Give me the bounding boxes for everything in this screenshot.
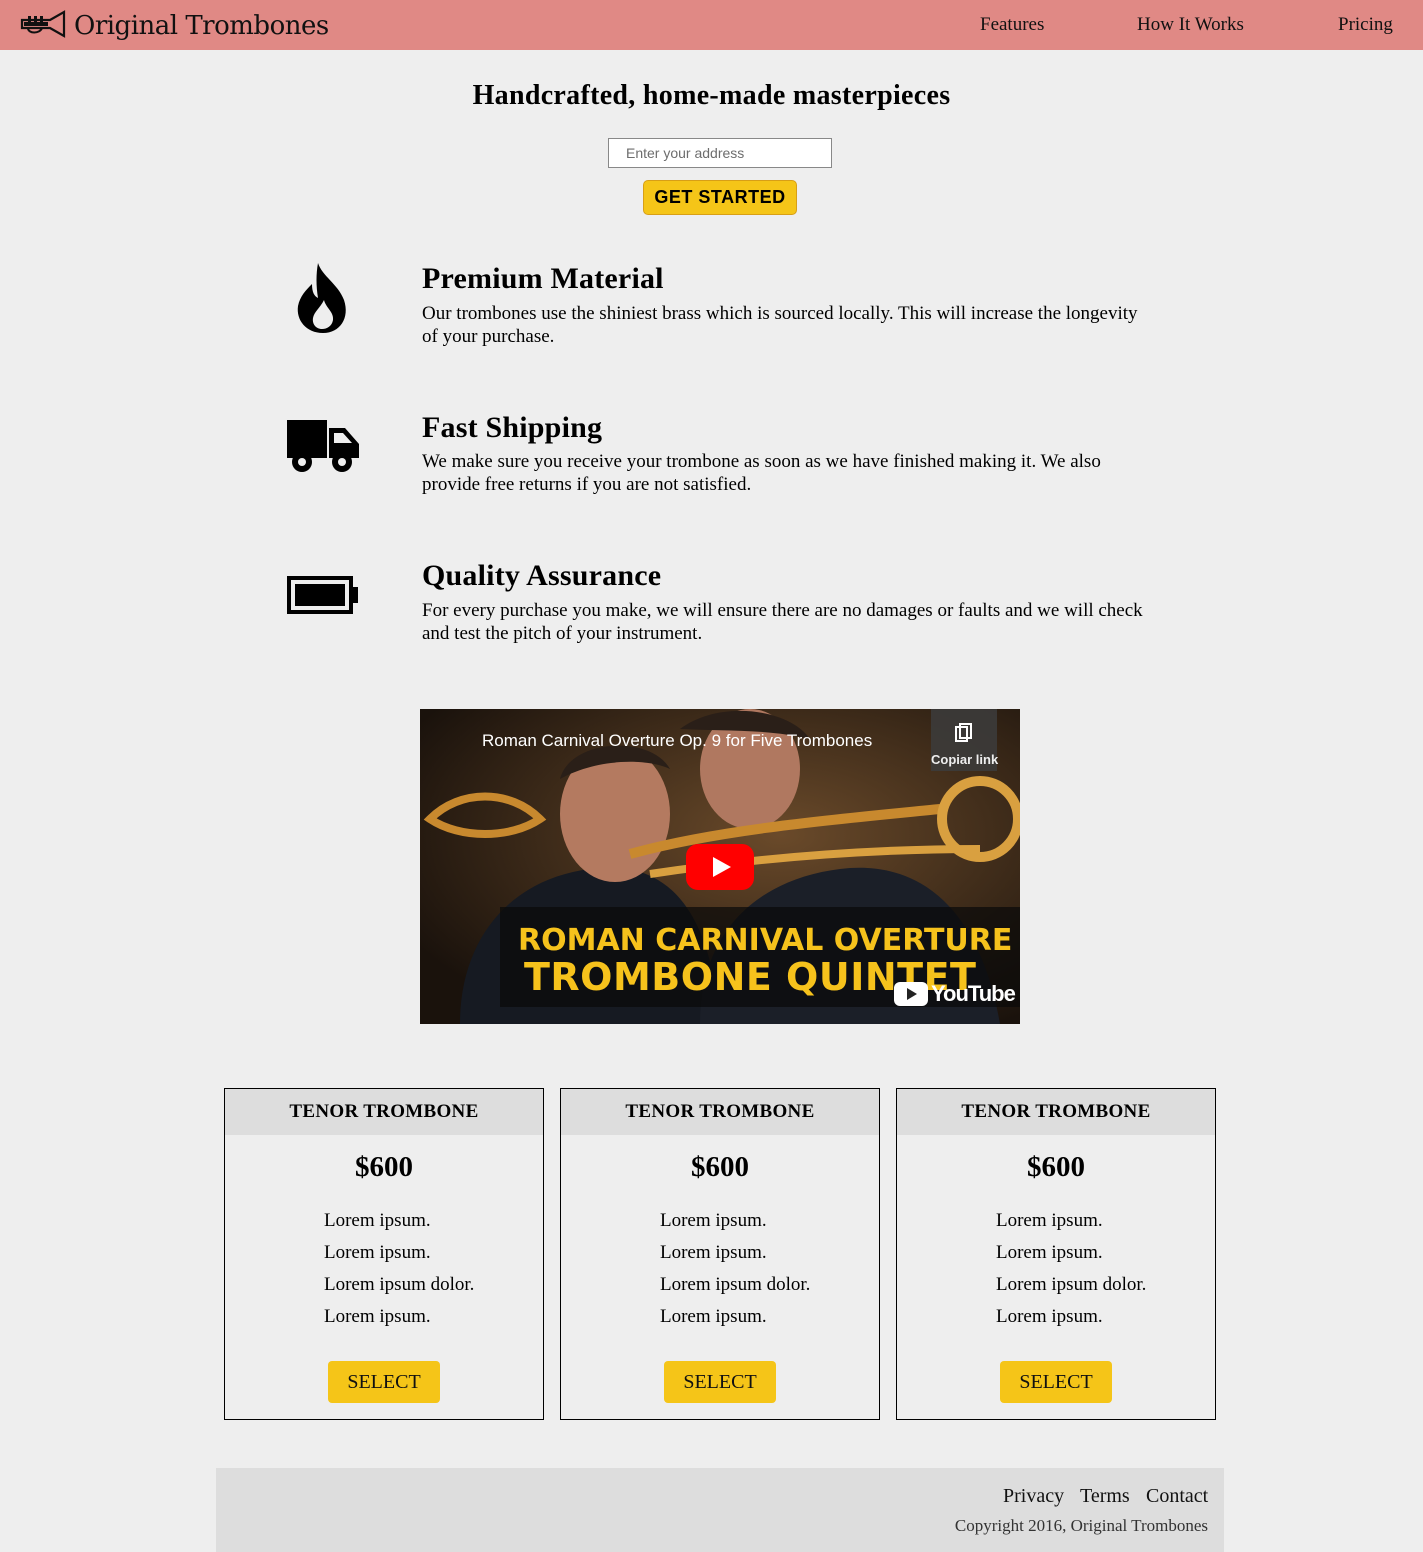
feature-title-premium-material: Premium Material xyxy=(422,262,664,295)
video-embed[interactable]: Roman Carnival Overture Op. 9 for Five T… xyxy=(420,709,1020,1024)
truck-icon xyxy=(287,420,359,479)
feature-title-fast-shipping: Fast Shipping xyxy=(422,411,603,444)
feature-title-quality-assurance: Quality Assurance xyxy=(422,559,662,592)
brand-logo[interactable]: Original Trombones xyxy=(20,6,329,46)
nav-link-pricing[interactable]: Pricing xyxy=(1338,14,1393,36)
footer-link-terms[interactable]: Terms xyxy=(1080,1485,1130,1508)
battery-full-icon xyxy=(287,576,359,619)
pricing-feature: Lorem ipsum dolor. xyxy=(996,1274,1147,1295)
pricing-feature: Lorem ipsum. xyxy=(660,1242,767,1263)
pricing-feature: Lorem ipsum dolor. xyxy=(660,1274,811,1295)
fire-icon xyxy=(296,262,350,339)
pricing-feature: Lorem ipsum. xyxy=(996,1306,1103,1327)
address-input[interactable] xyxy=(608,138,832,168)
nav-link-features[interactable]: Features xyxy=(980,14,1044,36)
pricing-card-title: TENOR TROMBONE xyxy=(561,1089,879,1135)
pricing-feature: Lorem ipsum. xyxy=(660,1210,767,1231)
footer-link-privacy[interactable]: Privacy xyxy=(1003,1485,1064,1508)
trumpet-icon xyxy=(20,9,68,44)
copy-icon xyxy=(955,723,973,746)
pricing-card-title: TENOR TROMBONE xyxy=(225,1089,543,1135)
pricing-feature: Lorem ipsum. xyxy=(324,1242,431,1263)
pricing-card-price: $600 xyxy=(691,1151,749,1183)
pricing-feature-list: Lorem ipsum. Lorem ipsum. Lorem ipsum do… xyxy=(996,1205,1146,1333)
youtube-logo[interactable]: YouTube xyxy=(894,981,1016,1007)
footer-link-contact[interactable]: Contact xyxy=(1146,1485,1208,1508)
pricing-feature-list: Lorem ipsum. Lorem ipsum. Lorem ipsum do… xyxy=(324,1205,474,1333)
select-button[interactable]: SELECT xyxy=(328,1361,440,1403)
copy-link-button[interactable]: Copiar link xyxy=(931,709,999,771)
banner-line-1: ROMAN CARNIVAL OVERTURE xyxy=(518,923,1013,958)
pricing-card-price: $600 xyxy=(355,1151,413,1183)
pricing-feature: Lorem ipsum. xyxy=(324,1210,431,1231)
pricing-feature-list: Lorem ipsum. Lorem ipsum. Lorem ipsum do… xyxy=(660,1205,810,1333)
nav-link-how-it-works[interactable]: How It Works xyxy=(1137,14,1244,36)
site-header: Original Trombones Features How It Works… xyxy=(0,0,1423,50)
pricing-feature: Lorem ipsum. xyxy=(996,1242,1103,1263)
select-button[interactable]: SELECT xyxy=(664,1361,776,1403)
pricing-feature: Lorem ipsum. xyxy=(324,1306,431,1327)
hero-title: Handcrafted, home-made masterpieces xyxy=(472,80,951,111)
select-button[interactable]: SELECT xyxy=(1000,1361,1112,1403)
copy-link-label: Copiar link xyxy=(931,752,999,767)
brand-name: Original Trombones xyxy=(74,11,329,41)
pricing-card-price: $600 xyxy=(1027,1151,1085,1183)
video-title: Roman Carnival Overture Op. 9 for Five T… xyxy=(482,731,873,750)
play-button[interactable] xyxy=(686,844,754,890)
pricing-card: TENOR TROMBONE $600 Lorem ipsum. Lorem i… xyxy=(896,1088,1216,1420)
get-started-button[interactable]: GET STARTED xyxy=(643,180,797,215)
feature-desc-premium-material: Our trombones use the shiniest brass whi… xyxy=(422,303,1138,347)
pricing-feature: Lorem ipsum dolor. xyxy=(324,1274,475,1295)
pricing-card: TENOR TROMBONE $600 Lorem ipsum. Lorem i… xyxy=(224,1088,544,1420)
pricing-feature: Lorem ipsum. xyxy=(660,1306,767,1327)
pricing-card: TENOR TROMBONE $600 Lorem ipsum. Lorem i… xyxy=(560,1088,880,1420)
pricing-card-title: TENOR TROMBONE xyxy=(897,1089,1215,1135)
youtube-wordmark: YouTube xyxy=(931,981,1016,1006)
youtube-icon xyxy=(894,982,928,1006)
copyright-text: Copyright 2016, Original Trombones xyxy=(954,1516,1208,1535)
feature-desc-fast-shipping: We make sure you receive your trombone a… xyxy=(422,451,1101,495)
site-footer: Privacy Terms Contact Copyright 2016, Or… xyxy=(216,1468,1224,1552)
pricing-feature: Lorem ipsum. xyxy=(996,1210,1103,1231)
feature-desc-quality-assurance: For every purchase you make, we will ens… xyxy=(422,600,1143,644)
